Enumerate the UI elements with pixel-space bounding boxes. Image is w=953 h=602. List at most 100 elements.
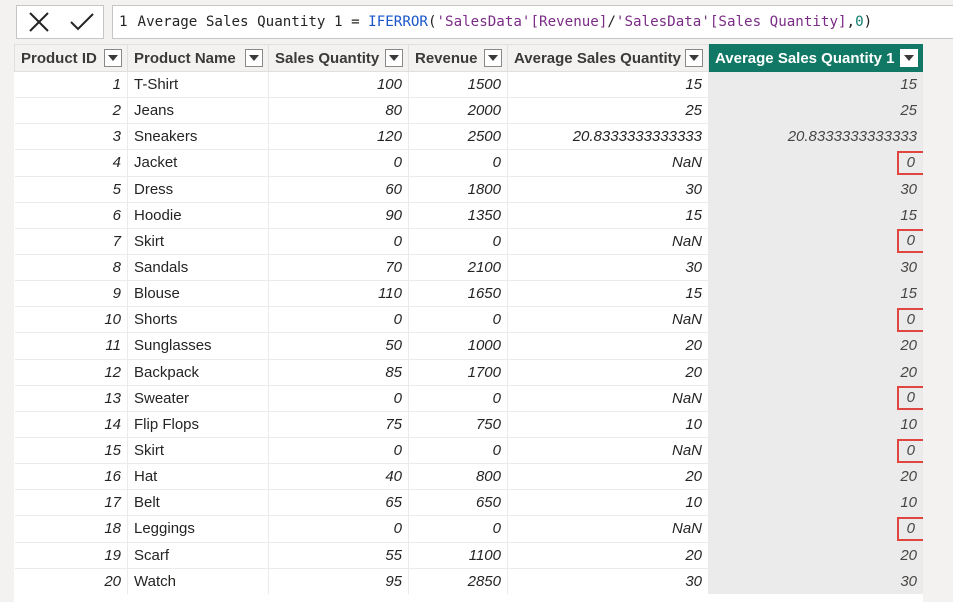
table-cell[interactable]: Blouse bbox=[127, 280, 269, 308]
table-cell[interactable]: 0 bbox=[408, 515, 508, 543]
table-cell[interactable]: 4 bbox=[14, 149, 128, 177]
table-cell[interactable]: 1800 bbox=[408, 176, 508, 203]
table-cell[interactable]: 10 bbox=[507, 489, 709, 517]
table-cell[interactable]: 0 bbox=[268, 515, 409, 543]
table-cell[interactable]: 0 bbox=[708, 149, 924, 177]
table-cell[interactable]: 19 bbox=[14, 542, 128, 569]
table-cell[interactable]: 85 bbox=[268, 359, 409, 386]
table-cell[interactable]: 0 bbox=[408, 228, 508, 255]
table-cell[interactable]: 70 bbox=[268, 254, 409, 282]
table-cell[interactable]: 90 bbox=[268, 202, 409, 229]
table-cell[interactable]: 0 bbox=[268, 149, 409, 177]
table-cell[interactable]: 800 bbox=[408, 463, 508, 491]
table-cell[interactable]: 0 bbox=[708, 228, 924, 255]
table-cell[interactable]: 100 bbox=[268, 71, 409, 99]
table-cell[interactable]: 25 bbox=[507, 97, 709, 125]
column-header[interactable]: Sales Quantity bbox=[268, 44, 409, 72]
table-cell[interactable]: 0 bbox=[708, 515, 924, 543]
table-cell[interactable]: Sneakers bbox=[127, 123, 269, 151]
table-cell[interactable]: 15 bbox=[507, 202, 709, 229]
table-cell[interactable]: 0 bbox=[408, 306, 508, 334]
table-cell[interactable]: 30 bbox=[708, 568, 924, 595]
table-cell[interactable]: 0 bbox=[708, 437, 924, 465]
table-cell[interactable]: Backpack bbox=[127, 359, 269, 386]
table-cell[interactable]: 8 bbox=[14, 254, 128, 282]
table-cell[interactable]: 0 bbox=[408, 149, 508, 177]
cancel-formula-button[interactable] bbox=[23, 7, 55, 37]
column-header[interactable]: Average Sales Quantity bbox=[507, 44, 709, 72]
table-cell[interactable]: 1 bbox=[14, 71, 128, 99]
table-cell[interactable]: 20 bbox=[708, 542, 924, 569]
table-cell[interactable]: 2 bbox=[14, 97, 128, 125]
table-cell[interactable]: 110 bbox=[268, 280, 409, 308]
table-cell[interactable]: 20.8333333333333 bbox=[507, 123, 709, 151]
column-filter-dropdown[interactable] bbox=[900, 49, 918, 67]
table-cell[interactable]: 60 bbox=[268, 176, 409, 203]
table-cell[interactable]: 2850 bbox=[408, 568, 508, 595]
table-cell[interactable]: 75 bbox=[268, 411, 409, 438]
table-cell[interactable]: 1700 bbox=[408, 359, 508, 386]
table-cell[interactable]: NaN bbox=[507, 306, 709, 334]
table-cell[interactable]: 50 bbox=[268, 332, 409, 360]
table-cell[interactable]: 0 bbox=[268, 306, 409, 334]
table-cell[interactable]: 11 bbox=[14, 332, 128, 360]
table-cell[interactable]: 2000 bbox=[408, 97, 508, 125]
table-cell[interactable]: 13 bbox=[14, 385, 128, 412]
table-cell[interactable]: 20 bbox=[708, 332, 924, 360]
table-cell[interactable]: 0 bbox=[408, 437, 508, 465]
table-cell[interactable]: Shorts bbox=[127, 306, 269, 334]
table-cell[interactable]: 20 bbox=[507, 359, 709, 386]
table-cell[interactable]: NaN bbox=[507, 385, 709, 412]
column-header[interactable]: Average Sales Quantity 1 bbox=[708, 44, 924, 72]
table-cell[interactable]: 0 bbox=[268, 437, 409, 465]
column-filter-dropdown[interactable] bbox=[385, 49, 403, 67]
table-cell[interactable]: 20 bbox=[14, 568, 128, 595]
table-cell[interactable]: 0 bbox=[708, 385, 924, 412]
table-cell[interactable]: 10 bbox=[708, 489, 924, 517]
table-cell[interactable]: T-Shirt bbox=[127, 71, 269, 99]
table-cell[interactable]: Scarf bbox=[127, 542, 269, 569]
table-cell[interactable]: 30 bbox=[507, 568, 709, 595]
table-cell[interactable]: 120 bbox=[268, 123, 409, 151]
table-cell[interactable]: 30 bbox=[708, 254, 924, 282]
table-cell[interactable]: 15 bbox=[14, 437, 128, 465]
table-cell[interactable]: 95 bbox=[268, 568, 409, 595]
table-cell[interactable]: Jeans bbox=[127, 97, 269, 125]
table-cell[interactable]: 30 bbox=[708, 176, 924, 203]
table-cell[interactable]: 3 bbox=[14, 123, 128, 151]
table-cell[interactable]: Hoodie bbox=[127, 202, 269, 229]
table-cell[interactable]: Leggings bbox=[127, 515, 269, 543]
table-cell[interactable]: 650 bbox=[408, 489, 508, 517]
table-cell[interactable]: 55 bbox=[268, 542, 409, 569]
table-cell[interactable]: 750 bbox=[408, 411, 508, 438]
table-cell[interactable]: 20 bbox=[507, 542, 709, 569]
table-cell[interactable]: 20 bbox=[507, 332, 709, 360]
column-header[interactable]: Product Name bbox=[127, 44, 269, 72]
table-cell[interactable]: 6 bbox=[14, 202, 128, 229]
table-cell[interactable]: 20 bbox=[708, 463, 924, 491]
table-cell[interactable]: Dress bbox=[127, 176, 269, 203]
table-cell[interactable]: 15 bbox=[708, 280, 924, 308]
table-cell[interactable]: 5 bbox=[14, 176, 128, 203]
column-header[interactable]: Product ID bbox=[14, 44, 128, 72]
table-cell[interactable]: NaN bbox=[507, 515, 709, 543]
table-cell[interactable]: 9 bbox=[14, 280, 128, 308]
table-cell[interactable]: NaN bbox=[507, 437, 709, 465]
table-cell[interactable]: 15 bbox=[708, 71, 924, 99]
table-cell[interactable]: 0 bbox=[708, 306, 924, 334]
column-filter-dropdown[interactable] bbox=[484, 49, 502, 67]
table-cell[interactable]: 15 bbox=[507, 280, 709, 308]
table-cell[interactable]: 20 bbox=[507, 463, 709, 491]
column-header[interactable]: Revenue bbox=[408, 44, 508, 72]
table-cell[interactable]: 15 bbox=[507, 71, 709, 99]
table-cell[interactable]: Watch bbox=[127, 568, 269, 595]
table-cell[interactable]: 1000 bbox=[408, 332, 508, 360]
table-cell[interactable]: 65 bbox=[268, 489, 409, 517]
table-cell[interactable]: 0 bbox=[408, 385, 508, 412]
table-cell[interactable]: 7 bbox=[14, 228, 128, 255]
formula-editor[interactable]: 1 Average Sales Quantity 1 = IFERROR('Sal… bbox=[112, 5, 953, 39]
table-cell[interactable]: 10 bbox=[507, 411, 709, 438]
table-cell[interactable]: 1500 bbox=[408, 71, 508, 99]
table-cell[interactable]: 18 bbox=[14, 515, 128, 543]
table-cell[interactable]: 14 bbox=[14, 411, 128, 438]
